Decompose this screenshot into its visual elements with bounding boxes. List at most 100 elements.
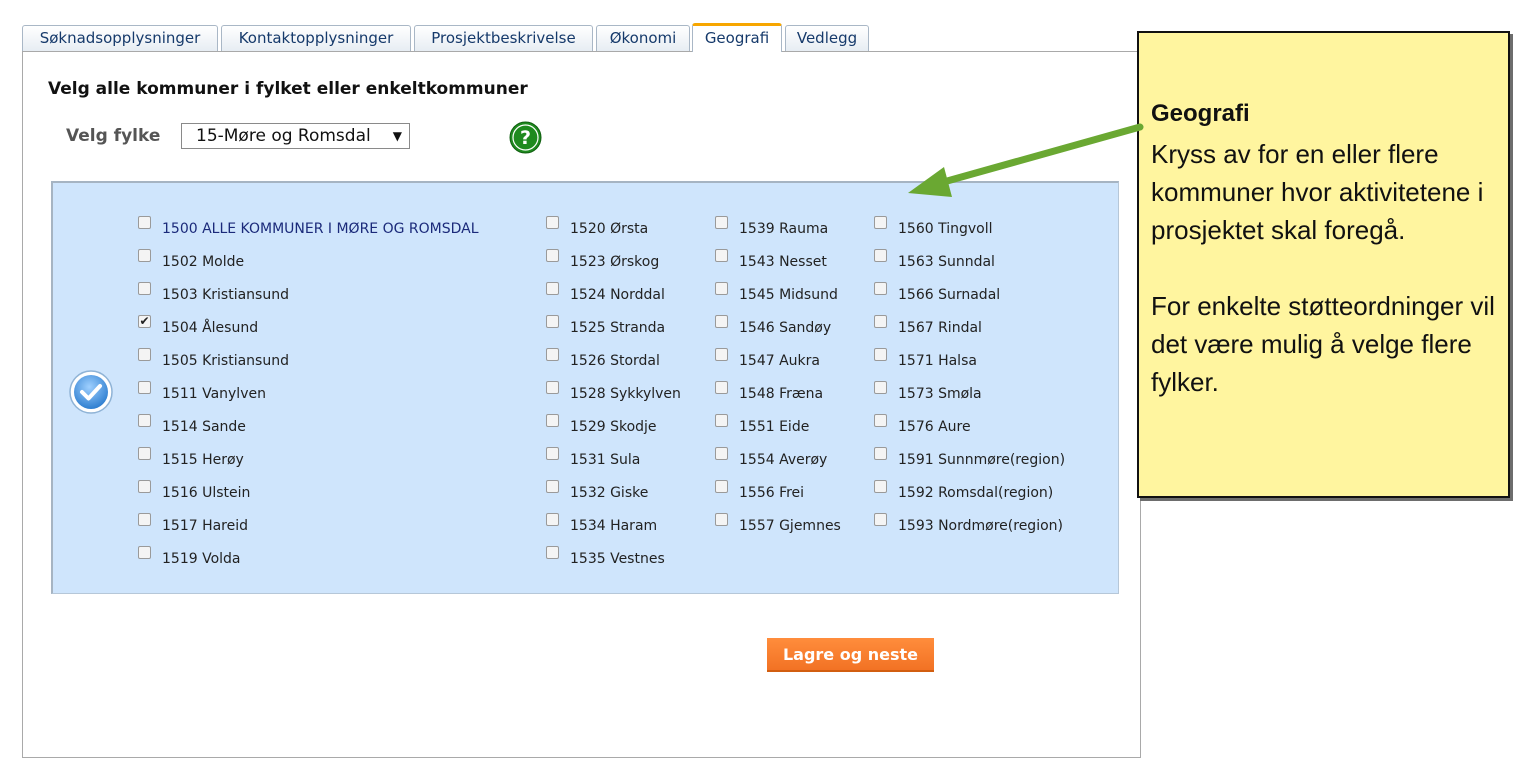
tab-prosjektbeskrivelse[interactable]: Prosjektbeskrivelse: [414, 25, 593, 51]
callout-paragraph-2: For enkelte støtteordninger vil det være…: [1151, 291, 1495, 397]
municipality-label: 1551 Eide: [739, 419, 810, 435]
checkbox[interactable]: [874, 480, 887, 493]
checkbox[interactable]: [874, 447, 887, 460]
municipality-label: 1523 Ørskog: [570, 254, 660, 270]
municipality-label: 1563 Sunndal: [898, 254, 995, 270]
help-question-icon[interactable]: ?: [509, 121, 542, 154]
tab-vedlegg[interactable]: Vedlegg: [785, 25, 869, 51]
check-all-icon[interactable]: [68, 369, 114, 415]
save-and-next-button[interactable]: Lagre og neste: [767, 638, 934, 672]
municipality-label: 1526 Stordal: [570, 353, 660, 369]
checkbox[interactable]: [138, 513, 151, 526]
fylke-label: Velg fylke: [66, 126, 161, 146]
checkbox[interactable]: [715, 216, 728, 229]
checkbox[interactable]: [715, 414, 728, 427]
chevron-down-icon: ▼: [392, 129, 402, 143]
callout-paragraph-1: Kryss av for en eller flere kommuner hvo…: [1151, 139, 1484, 245]
checkbox[interactable]: [546, 315, 559, 328]
checkbox[interactable]: [138, 249, 151, 262]
tab-soknadsopplysninger[interactable]: Søknadsopplysninger: [22, 25, 218, 51]
tab-okonomi[interactable]: Økonomi: [596, 25, 690, 51]
checkbox[interactable]: [546, 282, 559, 295]
checkbox[interactable]: [546, 348, 559, 361]
municipality-label: 1543 Nesset: [739, 254, 827, 270]
municipality-label: 1591 Sunnmøre(region): [898, 452, 1066, 468]
fylke-select[interactable]: 15-Møre og Romsdal ▼: [181, 123, 410, 149]
municipality-label: 1525 Stranda: [570, 320, 666, 336]
municipality-label: 1556 Frei: [739, 485, 805, 501]
municipality-label: 1515 Herøy: [162, 452, 244, 468]
municipality-label: 1593 Nordmøre(region): [898, 518, 1063, 534]
checkbox[interactable]: [546, 216, 559, 229]
municipality-label: 1554 Averøy: [739, 452, 828, 468]
municipality-label: 1528 Sykkylven: [570, 386, 681, 402]
municipality-label: 1504 Ålesund: [162, 320, 259, 336]
checkbox[interactable]: [138, 216, 151, 229]
checkbox[interactable]: [874, 381, 887, 394]
checkbox[interactable]: [138, 348, 151, 361]
municipality-label: 1567 Rindal: [898, 320, 982, 336]
checkbox[interactable]: [138, 282, 151, 295]
checkbox[interactable]: [138, 546, 151, 559]
municipality-label: 1560 Tingvoll: [898, 221, 993, 237]
municipality-label: 1505 Kristiansund: [162, 353, 289, 369]
checkbox[interactable]: [874, 282, 887, 295]
checkbox[interactable]: [715, 513, 728, 526]
checkbox[interactable]: [546, 381, 559, 394]
checkbox[interactable]: [874, 513, 887, 526]
callout-text: Kryss av for en eller flere kommuner hvo…: [1151, 135, 1501, 401]
municipality-label: 1517 Hareid: [162, 518, 249, 534]
municipality-label: 1573 Smøla: [898, 386, 982, 402]
municipality-label: 1519 Volda: [162, 551, 241, 567]
checkbox[interactable]: [715, 315, 728, 328]
municipality-label: 1592 Romsdal(region): [898, 485, 1054, 501]
tab-kontaktopplysninger[interactable]: Kontaktopplysninger: [221, 25, 411, 51]
municipality-label: 1514 Sande: [162, 419, 246, 435]
checkbox[interactable]: [138, 480, 151, 493]
municipality-label: 1548 Fræna: [739, 386, 824, 402]
municipality-label: 1546 Sandøy: [739, 320, 832, 336]
municipality-label: 1524 Norddal: [570, 287, 665, 303]
municipality-label: 1535 Vestnes: [570, 551, 665, 567]
municipality-label: 1516 Ulstein: [162, 485, 251, 501]
checkbox[interactable]: [715, 381, 728, 394]
municipality-label: 1576 Aure: [898, 419, 971, 435]
municipality-label: 1566 Surnadal: [898, 287, 1001, 303]
checkbox[interactable]: [138, 447, 151, 460]
checkbox[interactable]: [874, 315, 887, 328]
municipality-label: 1545 Midsund: [739, 287, 838, 303]
checkbox[interactable]: [546, 414, 559, 427]
municipality-label: 1520 Ørsta: [570, 221, 649, 237]
checkbox[interactable]: [715, 480, 728, 493]
municipality-label: 1511 Vanylven: [162, 386, 266, 402]
checkbox[interactable]: [138, 381, 151, 394]
checkbox[interactable]: [138, 414, 151, 427]
municipality-label: 1531 Sula: [570, 452, 641, 468]
municipality-label: 1529 Skodje: [570, 419, 657, 435]
checkbox[interactable]: [546, 513, 559, 526]
municipality-label: 1532 Giske: [570, 485, 649, 501]
municipality-label: 1557 Gjemnes: [739, 518, 841, 534]
checkbox[interactable]: [546, 480, 559, 493]
checkbox[interactable]: [874, 348, 887, 361]
municipality-label: 1539 Rauma: [739, 221, 829, 237]
checkbox[interactable]: [546, 249, 559, 262]
checkbox[interactable]: [546, 447, 559, 460]
checkbox[interactable]: [874, 249, 887, 262]
municipality-label: 1503 Kristiansund: [162, 287, 289, 303]
checkbox[interactable]: [715, 348, 728, 361]
checkbox[interactable]: [715, 447, 728, 460]
municipality-label: 1534 Haram: [570, 518, 658, 534]
tab-geografi[interactable]: Geografi: [692, 23, 782, 52]
page-heading: Velg alle kommuner i fylket eller enkelt…: [48, 79, 528, 99]
annotation-arrow-icon: [908, 123, 1144, 197]
checkbox[interactable]: [874, 414, 887, 427]
checkbox[interactable]: [715, 249, 728, 262]
checkbox[interactable]: [546, 546, 559, 559]
municipality-label: 1500 ALLE KOMMUNER I MØRE OG ROMSDAL: [162, 221, 479, 237]
checkbox-checked[interactable]: ✔: [138, 315, 151, 328]
checkbox[interactable]: [874, 216, 887, 229]
municipality-label: 1571 Halsa: [898, 353, 977, 369]
checkbox[interactable]: [715, 282, 728, 295]
municipality-label: 1547 Aukra: [739, 353, 820, 369]
